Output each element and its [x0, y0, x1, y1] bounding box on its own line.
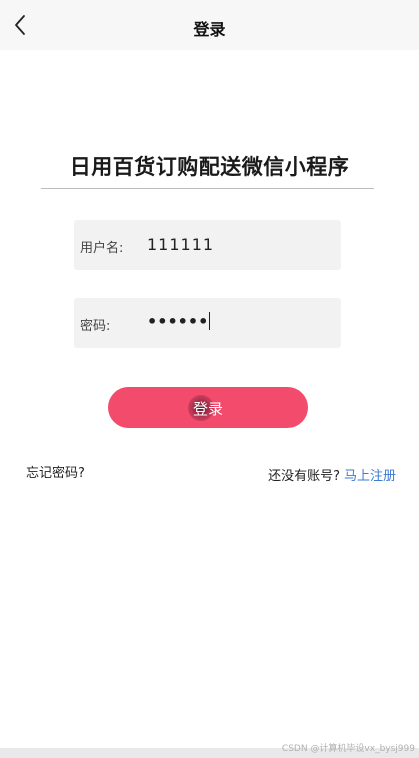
username-field[interactable]: 用户名: 111111 — [74, 220, 341, 270]
register-link[interactable]: 马上注册 — [344, 469, 396, 484]
username-input[interactable]: 111111 — [147, 235, 214, 254]
page-title: 登录 — [193, 20, 226, 39]
nav-bar: 登录 — [0, 0, 419, 50]
watermark: CSDN @计算机毕设vx_bysj999 — [281, 744, 415, 754]
register-prompt: 还没有账号? 马上注册 — [268, 465, 396, 484]
login-button-label: 登录 — [192, 400, 223, 418]
app-name-heading: 日用百货订购配送微信小程序 — [69, 155, 350, 179]
password-mask: •••••• — [147, 312, 209, 331]
login-button[interactable]: 登录 — [108, 387, 308, 428]
password-input[interactable]: •••••• — [147, 312, 211, 331]
username-label: 用户名: — [80, 241, 124, 256]
app-screen: 登录 日用百货订购配送微信小程序 用户名: 111111 密码: •••••• … — [0, 0, 419, 748]
text-caret — [209, 312, 211, 330]
title-divider — [41, 188, 374, 189]
password-field[interactable]: 密码: •••••• — [74, 298, 341, 348]
forgot-password-link[interactable]: 忘记密码? — [26, 462, 85, 481]
no-account-text: 还没有账号? — [268, 469, 340, 484]
password-label: 密码: — [80, 319, 111, 334]
